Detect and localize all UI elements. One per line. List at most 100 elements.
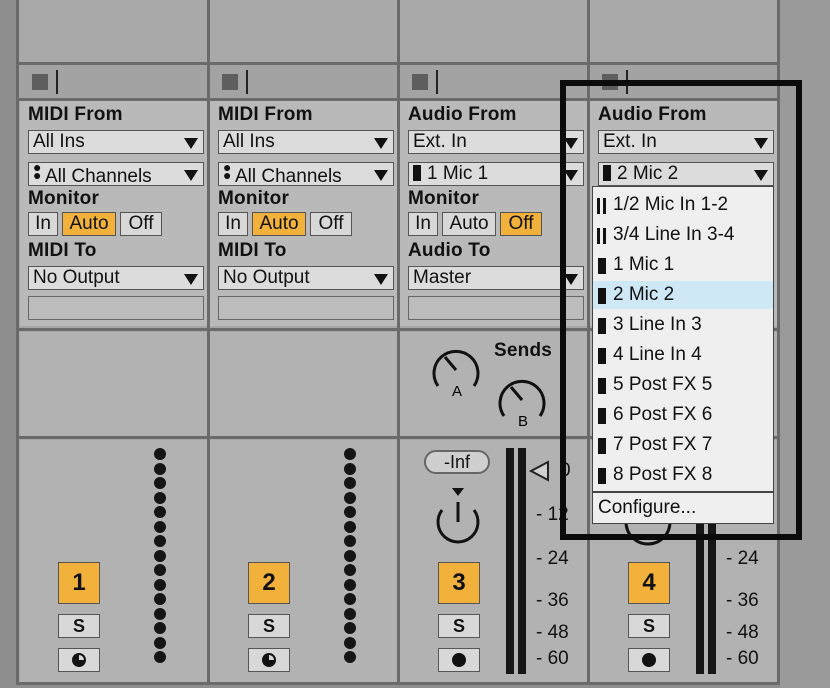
divider-tick (246, 70, 248, 94)
monitor-label: Monitor (218, 188, 290, 209)
sends-area (20, 332, 208, 436)
output-type-dropdown[interactable]: Master (408, 266, 584, 290)
monitor-in-button[interactable]: In (408, 212, 438, 236)
input-type-value: Ext. In (413, 131, 467, 152)
divider-tick (56, 70, 58, 94)
monitor-off-button[interactable]: Off (500, 212, 542, 236)
menu-option-label: 7 Post FX 7 (613, 434, 713, 455)
track-column-1: MIDI From All Ins ● ● All Channels Monitor… (20, 0, 210, 682)
input-channel-value: All Channels (235, 166, 342, 186)
menu-option[interactable]: 1/2 Mic In 1-2 (593, 191, 773, 219)
clip-slot[interactable] (210, 0, 398, 62)
arm-button[interactable] (248, 648, 290, 672)
output-channel-field[interactable] (218, 296, 394, 320)
solo-button[interactable]: S (248, 614, 290, 638)
input-channel-dropdown[interactable]: 2 Mic 2 (598, 162, 774, 186)
input-type-dropdown[interactable]: Ext. In (408, 130, 584, 154)
menu-option-selected[interactable]: 2 Mic 2 (593, 281, 773, 309)
track-activator-button[interactable]: 2 (248, 562, 290, 604)
arm-button[interactable] (58, 648, 100, 672)
sends-area (210, 332, 398, 436)
column-separator (587, 0, 590, 684)
chevron-down-icon (564, 170, 578, 181)
monitor-auto-button[interactable]: Auto (62, 212, 116, 236)
menu-option-label: 5 Post FX 5 (613, 374, 713, 395)
track-activator-button[interactable]: 4 (628, 562, 670, 604)
divider-tick (436, 70, 438, 94)
menu-option[interactable]: 5 Post FX 5 (593, 371, 773, 399)
input-channel-dropdown[interactable]: ● ● All Channels (28, 162, 204, 186)
monitor-in-button[interactable]: In (218, 212, 248, 236)
arm-button[interactable] (438, 648, 480, 672)
menu-option[interactable]: 1 Mic 1 (593, 251, 773, 279)
stop-clip-button[interactable] (412, 74, 428, 90)
menu-option[interactable]: 6 Post FX 6 (593, 401, 773, 429)
monitor-off-button[interactable]: Off (310, 212, 352, 236)
monitor-auto-button[interactable]: Auto (442, 212, 496, 236)
configure-menu-item[interactable]: Configure... (598, 493, 696, 523)
input-type-dropdown[interactable]: All Ins (28, 130, 204, 154)
menu-option[interactable]: 4 Line In 4 (593, 341, 773, 369)
clip-stop-area (20, 64, 208, 98)
mono-bar-icon (603, 165, 611, 181)
volume-fader-handle-icon[interactable] (528, 460, 550, 482)
menu-option-label: 3/4 Line In 3-4 (613, 224, 735, 245)
send-a-knob[interactable]: A (426, 340, 486, 400)
input-channel-menu: 1/2 Mic In 1-2 3/4 Line In 3-4 1 Mic 1 2… (592, 186, 774, 524)
midi-meter (154, 448, 168, 666)
output-channel-field[interactable] (28, 296, 204, 320)
clip-slot[interactable] (590, 0, 778, 62)
clip-stop-area (590, 64, 778, 98)
input-channel-dropdown[interactable]: ● ● All Channels (218, 162, 394, 186)
menu-option-label: 2 Mic 2 (613, 284, 675, 305)
input-type-label: MIDI From (28, 104, 123, 125)
stop-clip-button[interactable] (602, 74, 618, 90)
output-type-dropdown[interactable]: No Output (28, 266, 204, 290)
meter-scale-0: 0 (560, 460, 571, 481)
chevron-down-icon (184, 138, 198, 149)
track-activator-button[interactable]: 1 (58, 562, 100, 604)
input-channel-value: 1 Mic 1 (427, 163, 489, 184)
input-channel-dropdown[interactable]: 1 Mic 1 (408, 162, 584, 186)
output-type-value: No Output (223, 267, 310, 288)
clip-stop-area (400, 64, 588, 98)
stop-clip-button[interactable] (222, 74, 238, 90)
pan-knob[interactable] (428, 486, 488, 548)
track-activator-button[interactable]: 3 (438, 562, 480, 604)
menu-option-label: 3 Line In 3 (613, 314, 702, 335)
input-type-label: Audio From (408, 104, 517, 125)
output-type-value: Master (413, 267, 472, 288)
monitor-label: Monitor (408, 188, 480, 209)
send-b-knob[interactable]: B (492, 370, 552, 432)
output-type-label: MIDI To (28, 240, 97, 261)
menu-option[interactable]: 8 Post FX 8 (593, 461, 773, 489)
solo-button[interactable]: S (58, 614, 100, 638)
volume-field[interactable]: -Inf (424, 450, 490, 474)
clip-slot[interactable] (20, 0, 208, 62)
level-meter-right (518, 448, 526, 674)
monitor-auto-button[interactable]: Auto (252, 212, 306, 236)
menu-option[interactable]: 7 Post FX 7 (593, 431, 773, 459)
column-separator (397, 0, 400, 684)
track-column-2: MIDI From All Ins ● ● All Channels Monitor… (210, 0, 400, 682)
monitor-in-button[interactable]: In (28, 212, 58, 236)
menu-option[interactable]: 3 Line In 3 (593, 311, 773, 339)
solo-button[interactable]: S (438, 614, 480, 638)
menu-option[interactable]: 3/4 Line In 3-4 (593, 221, 773, 249)
stop-clip-button[interactable] (32, 74, 48, 90)
input-type-dropdown[interactable]: Ext. In (598, 130, 774, 154)
output-type-dropdown[interactable]: No Output (218, 266, 394, 290)
clip-slot[interactable] (400, 0, 588, 62)
mono-bar-icon (598, 438, 606, 454)
input-type-dropdown[interactable]: All Ins (218, 130, 394, 154)
column-separator (207, 0, 210, 684)
input-type-value: All Ins (223, 131, 275, 152)
row-separator (16, 62, 780, 65)
monitor-label: Monitor (28, 188, 100, 209)
solo-button[interactable]: S (628, 614, 670, 638)
output-channel-field[interactable] (408, 296, 584, 320)
arm-button[interactable] (628, 648, 670, 672)
output-type-label: MIDI To (218, 240, 287, 261)
mono-bar-icon (598, 318, 606, 334)
monitor-off-button[interactable]: Off (120, 212, 162, 236)
